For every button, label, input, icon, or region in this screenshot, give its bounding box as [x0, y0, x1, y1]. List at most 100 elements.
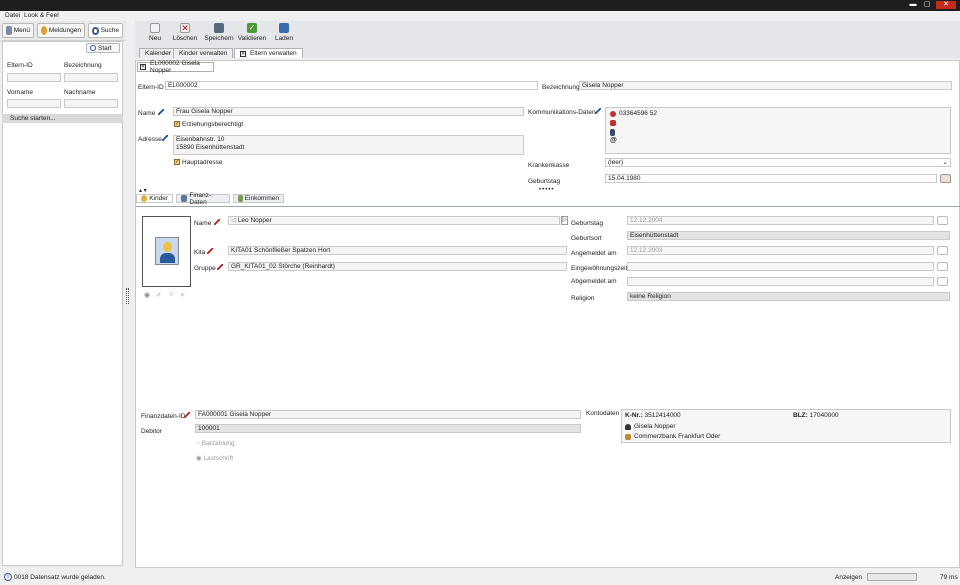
info-icon: i	[4, 573, 12, 581]
maximize-icon[interactable]: ▢	[922, 1, 932, 9]
gender-radio-female[interactable]: ○	[169, 291, 173, 298]
menu-datei[interactable]: Datei	[5, 12, 20, 19]
name-label: Name	[138, 110, 156, 117]
checkbox-checked-icon: ✓	[174, 159, 180, 166]
close-record-icon[interactable]: ✕	[140, 64, 146, 70]
tab-eltern-label: Eltern verwalten	[250, 50, 297, 57]
edit-adresse-icon[interactable]	[162, 135, 168, 141]
anzeigen-label: Anzeigen	[835, 574, 863, 581]
menu-button[interactable]: Menü	[2, 23, 34, 38]
close-tab-icon[interactable]: ✕	[240, 50, 246, 57]
subtab-kinder[interactable]: Kinder	[136, 194, 173, 203]
save-icon	[214, 23, 224, 33]
kontodaten-box[interactable]: K-Nr.: 3512414000 BLZ: 17040000 Gisela N…	[621, 409, 951, 443]
geburtstag-field[interactable]: 15.04.1980	[605, 174, 937, 183]
hauptadresse-checkbox[interactable]: ✓ Hauptadresse	[174, 159, 222, 166]
edit-kind-name-icon[interactable]	[214, 219, 220, 225]
start-search-button[interactable]: Start	[86, 43, 120, 53]
neu-button[interactable]: Neu	[140, 23, 170, 42]
bank-icon	[625, 433, 631, 440]
validieren-button[interactable]: ✓ Validieren	[237, 23, 267, 42]
male-icon[interactable]: ♂	[156, 292, 161, 299]
lastschrift-radio[interactable]: ◉ Lastschrift	[196, 454, 233, 462]
calendar-icon[interactable]	[937, 262, 948, 271]
laden-button[interactable]: Laden	[269, 23, 299, 42]
splitter-dots[interactable]: •••••	[539, 187, 555, 193]
prev-arrow-icon[interactable]: ◁	[231, 217, 238, 224]
calendar-icon[interactable]	[937, 216, 948, 225]
edit-kita-icon[interactable]	[207, 248, 213, 254]
eingewoehnung-field[interactable]	[627, 262, 934, 271]
vorname-label: Vorname	[7, 89, 34, 96]
kind-name-value: Leo Nopper	[237, 217, 272, 224]
suche-button[interactable]: Suche	[88, 23, 123, 38]
subtab-einkommen[interactable]: Einkommen	[233, 194, 284, 203]
adresse-field[interactable]: Eisenbahnstr. 10 15890 Eisenhüttenstadt	[173, 135, 524, 155]
edit-gruppe-icon[interactable]	[217, 264, 223, 270]
kind-geburtstag-field[interactable]: 12.12.2004	[627, 216, 934, 225]
calendar-icon[interactable]	[940, 174, 951, 183]
loeschen-button[interactable]: ✕ Löschen	[170, 23, 200, 42]
speichern-label: Speichern	[204, 35, 234, 42]
window-titlebar: ▬ ▢ ✕	[0, 0, 960, 11]
calendar-icon[interactable]	[937, 246, 948, 255]
phone-number: 03364596 52	[619, 110, 657, 117]
subtab-finanz-daten[interactable]: Finanz-Daten	[176, 191, 230, 206]
vorname-search-input[interactable]	[7, 99, 61, 108]
barzahlung-radio[interactable]: ○ Barzahlung	[196, 440, 235, 447]
splitter-handle[interactable]	[126, 288, 129, 304]
edit-name-icon[interactable]	[158, 109, 164, 115]
female-icon[interactable]: ♀	[180, 292, 185, 299]
edit-finanzdaten-icon[interactable]	[184, 412, 190, 418]
bezeichnung-search-input[interactable]	[64, 73, 118, 82]
calendar-icon[interactable]	[937, 277, 948, 286]
kind-name-field[interactable]: ◁ Leo Nopper	[228, 216, 560, 225]
eltern-id-field[interactable]: EL000002	[165, 81, 538, 90]
status-bar: i 0018 Datensatz wurde geladen. Anzeigen…	[0, 570, 960, 585]
kommunikations-daten-box[interactable]: 03364596 52 @	[605, 107, 951, 154]
subtab-finanz-label: Finanz-Daten	[189, 191, 212, 206]
name-field[interactable]: Frau Gisela Nopper	[173, 107, 524, 116]
angemeldet-field[interactable]: 12.12.2003	[627, 246, 934, 255]
tab-kalender[interactable]: Kalender	[139, 48, 178, 58]
angemeldet-label: Angemeldet am	[571, 250, 617, 257]
next-arrow-icon[interactable]: ▷	[561, 216, 568, 225]
record-tab[interactable]: ✕ EL000002 Gisela Nopper	[137, 60, 214, 74]
nachname-search-input[interactable]	[64, 99, 118, 108]
krankenkasse-label: Krankenkasse	[528, 162, 570, 169]
tab-eltern-verwalten[interactable]: ✕ Eltern verwalten	[234, 48, 303, 58]
gender-radio-none[interactable]: ◉	[144, 291, 150, 299]
kita-field[interactable]: KITA01 Schönfließer Spatzen Hort	[228, 246, 567, 255]
krankenkasse-value: (leer)	[608, 159, 624, 166]
child-photo-frame[interactable]	[142, 216, 191, 287]
geburtsort-field[interactable]: Eisenhüttenstadt	[627, 231, 950, 240]
meldungen-button[interactable]: Meldungen	[37, 23, 85, 38]
religion-field[interactable]: keine Religion	[627, 292, 950, 301]
menu-bar: Datei Look & Feel	[0, 11, 960, 21]
hauptadresse-label: Hauptadresse	[182, 159, 223, 166]
krankenkasse-select[interactable]: (leer) ⌄	[605, 158, 951, 167]
edit-kommunikation-icon[interactable]	[595, 108, 601, 114]
speichern-button[interactable]: Speichern	[204, 23, 234, 42]
abgemeldet-field[interactable]	[627, 277, 934, 286]
gruppe-label: Gruppe	[194, 265, 216, 272]
gruppe-field[interactable]: GR_KITA01_02 Störche (Reinhardt)	[228, 262, 567, 271]
eltern-id-search-input[interactable]	[7, 73, 61, 82]
minimize-icon[interactable]: ▬	[908, 1, 918, 9]
religion-label: Religion	[571, 295, 595, 302]
collapse-arrows[interactable]: ▴ ▾	[139, 187, 147, 194]
tab-kinder-verwalten[interactable]: Kinder verwalten	[173, 48, 234, 58]
knr-row: K-Nr.: 3512414000	[625, 412, 681, 419]
menu-look-and-feel[interactable]: Look & Feel	[24, 12, 59, 19]
erziehungsberechtigt-checkbox[interactable]: ✓ Erziehungsberechtigt	[174, 121, 243, 128]
chevron-down-icon: ⌄	[942, 159, 948, 166]
close-icon[interactable]: ✕	[936, 1, 956, 9]
abgemeldet-label: Abgemeldet am	[571, 278, 617, 285]
finanzdaten-field[interactable]: FA000001 Gisela Nopper	[195, 410, 581, 419]
nachname-label: Nachname	[64, 89, 96, 96]
debitor-field[interactable]: 100001	[195, 424, 581, 433]
bezeichnung-field[interactable]: Gisela Nopper	[579, 81, 952, 90]
notifications-icon	[41, 26, 47, 35]
main-toolbar: Neu ✕ Löschen Speichern ✓ Validieren Lad…	[135, 21, 960, 47]
suche-starten-bar[interactable]: Suche starten...	[2, 114, 123, 123]
